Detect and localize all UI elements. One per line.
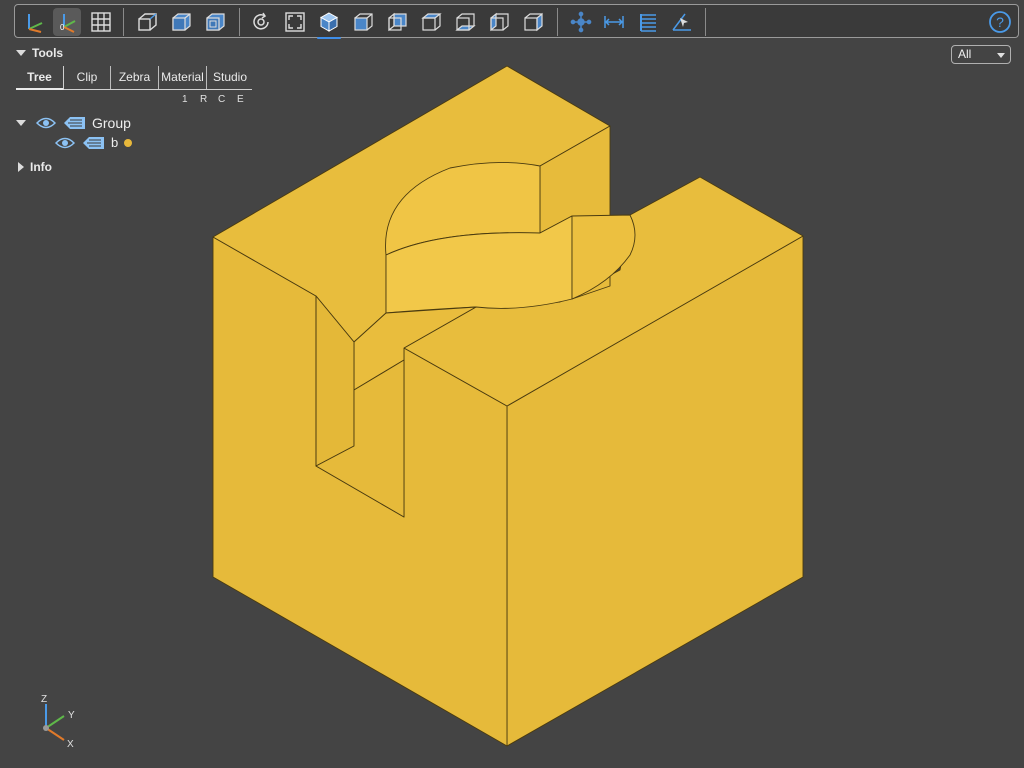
axes-icon bbox=[28, 14, 43, 33]
eye-icon[interactable] bbox=[36, 116, 56, 130]
left-view-icon bbox=[490, 12, 509, 32]
help-button[interactable]: ? bbox=[986, 8, 1014, 36]
tools-panel-title: Tools bbox=[32, 46, 64, 60]
column-c: C bbox=[218, 94, 226, 105]
fit-icon bbox=[285, 12, 305, 32]
transparent-icon bbox=[172, 13, 191, 31]
3d-viewport[interactable] bbox=[0, 0, 1024, 768]
front-view-button[interactable] bbox=[349, 8, 377, 36]
properties-tool-button[interactable] bbox=[634, 8, 662, 36]
model-face-right bbox=[506, 235, 804, 747]
top-view-icon bbox=[421, 13, 442, 31]
model-face-inner-right bbox=[571, 214, 636, 300]
top-view-button[interactable] bbox=[417, 8, 445, 36]
chevron-down-icon bbox=[997, 53, 1005, 58]
axes-origin-toggle-button[interactable]: 0 bbox=[53, 8, 81, 36]
model-face-left bbox=[212, 236, 508, 747]
bottom-view-icon bbox=[455, 13, 476, 31]
right-view-icon bbox=[524, 12, 543, 32]
view-select-value: All bbox=[958, 47, 972, 61]
explode-icon bbox=[570, 11, 592, 33]
tab-studio[interactable]: Studio bbox=[207, 66, 253, 90]
rear-view-button[interactable] bbox=[383, 8, 411, 36]
color-dot bbox=[124, 138, 133, 147]
tab-tree[interactable]: Tree bbox=[16, 66, 64, 90]
tab-zebra[interactable]: Zebra bbox=[111, 66, 159, 90]
perspective-toggle-button[interactable] bbox=[133, 8, 161, 36]
column-1: 1 bbox=[182, 94, 188, 105]
eye-icon[interactable] bbox=[55, 136, 75, 150]
model-face-curved-lower bbox=[385, 215, 573, 314]
axis-z-label: Z bbox=[41, 694, 47, 705]
model-face-top-left bbox=[212, 65, 611, 343]
tools-tabs: Tree Clip Zebra Material Studio bbox=[16, 66, 253, 90]
black-edges-icon bbox=[206, 13, 225, 31]
svg-text:?: ? bbox=[996, 14, 1004, 30]
distance-tool-button[interactable] bbox=[600, 8, 628, 36]
info-panel-header[interactable]: Info bbox=[18, 160, 52, 174]
axis-y-label: Y bbox=[68, 710, 75, 721]
axes-indicator: Z Y X bbox=[41, 694, 75, 750]
shape-icon[interactable] bbox=[81, 136, 105, 150]
tree-group-label[interactable]: Group bbox=[92, 115, 131, 131]
reset-icon bbox=[253, 12, 269, 30]
explode-tool-button[interactable] bbox=[567, 8, 595, 36]
angle-icon bbox=[672, 13, 691, 31]
front-view-icon bbox=[354, 13, 373, 31]
axis-x-label: X bbox=[67, 739, 74, 750]
zoom-fit-button[interactable] bbox=[281, 8, 309, 36]
model-face-inner-wall bbox=[315, 295, 355, 467]
tools-panel-header[interactable]: Tools bbox=[16, 46, 63, 60]
model-face-curved bbox=[385, 162, 541, 256]
shape-icon[interactable] bbox=[62, 116, 86, 130]
toolbar: 0 ? bbox=[14, 4, 1019, 39]
grid-toggle-button[interactable] bbox=[87, 8, 115, 36]
left-view-button[interactable] bbox=[485, 8, 513, 36]
properties-icon bbox=[640, 14, 656, 32]
reset-view-button[interactable] bbox=[247, 8, 275, 36]
iso-view-button[interactable] bbox=[315, 8, 343, 39]
view-select[interactable]: All bbox=[951, 45, 1011, 64]
svg-text:0: 0 bbox=[60, 23, 65, 32]
model-face-slot-back bbox=[539, 125, 611, 300]
black-edges-toggle-button[interactable] bbox=[201, 8, 229, 36]
axes-toggle-button[interactable] bbox=[21, 8, 49, 36]
expand-icon[interactable] bbox=[16, 120, 26, 126]
perspective-icon bbox=[138, 13, 157, 31]
bottom-view-button[interactable] bbox=[451, 8, 479, 36]
distance-icon bbox=[604, 16, 624, 28]
right-view-button[interactable] bbox=[519, 8, 547, 36]
rear-view-icon bbox=[388, 12, 407, 32]
angle-tool-button[interactable] bbox=[668, 8, 696, 36]
collapse-icon bbox=[16, 50, 26, 56]
column-e: E bbox=[237, 94, 244, 105]
help-icon: ? bbox=[989, 11, 1011, 33]
tab-divider bbox=[64, 89, 252, 90]
axes-origin-icon: 0 bbox=[60, 14, 76, 33]
model-face-inner-front bbox=[315, 359, 405, 518]
expand-icon bbox=[18, 162, 24, 172]
model-face-ledge bbox=[353, 306, 477, 391]
grid-icon bbox=[91, 12, 111, 32]
tree-row-group: Group bbox=[16, 115, 131, 131]
tab-clip[interactable]: Clip bbox=[64, 66, 111, 90]
transparent-toggle-button[interactable] bbox=[167, 8, 195, 36]
tree-child-label[interactable]: b bbox=[111, 135, 118, 150]
model-face-top-right bbox=[403, 176, 804, 407]
iso-view-icon bbox=[319, 12, 339, 32]
tree-row-b: b bbox=[55, 135, 133, 150]
tab-material[interactable]: Material bbox=[159, 66, 207, 90]
info-panel-title: Info bbox=[30, 160, 52, 174]
column-r: R bbox=[200, 94, 208, 105]
